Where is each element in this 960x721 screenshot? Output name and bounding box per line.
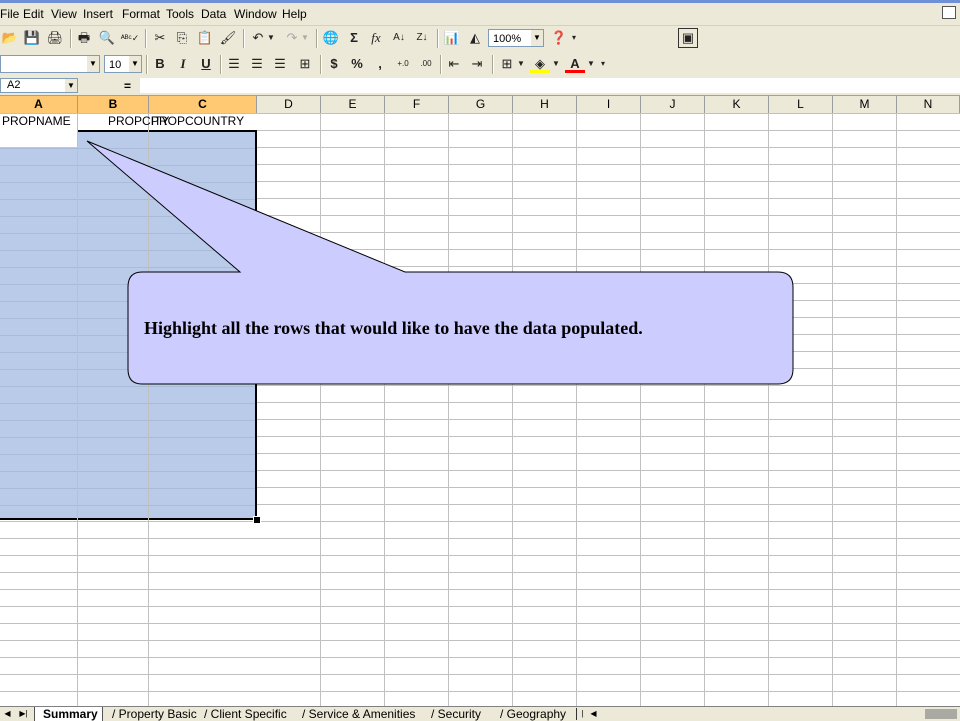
tab-geography-label: Geography xyxy=(506,707,567,721)
tab-split-handle[interactable]: | xyxy=(576,708,588,720)
tab-security-label: Security xyxy=(437,707,482,721)
tab-summary[interactable]: Summary xyxy=(34,707,103,721)
horizontal-scrollbar[interactable] xyxy=(925,709,957,719)
sheet-tab-bar: ◀ ▶| Summary / Property Basic / Client S… xyxy=(0,706,960,721)
callout-text: Highlight all the rows that would like t… xyxy=(144,318,643,338)
tab-client-specific-label: Client Specific xyxy=(210,707,287,721)
scroll-left-icon[interactable]: ◀ xyxy=(588,708,599,720)
tab-client-specific[interactable]: / Client Specific xyxy=(204,707,287,721)
tab-security[interactable]: / Security xyxy=(431,707,481,721)
tab-service-amenities-label: Service & Amenities xyxy=(308,707,416,721)
tab-property-basic-label: Property Basic xyxy=(118,707,197,721)
tab-service-amenities[interactable]: / Service & Amenities xyxy=(302,707,415,721)
tab-property-basic[interactable]: / Property Basic xyxy=(112,707,197,721)
callout-shape xyxy=(86,140,794,385)
tab-scroll-prev-icon[interactable]: ◀ xyxy=(2,708,13,720)
tab-scroll-last-icon[interactable]: ▶| xyxy=(18,708,29,720)
callout-balloon xyxy=(86,140,794,385)
tab-geography[interactable]: / Geography xyxy=(500,707,566,721)
